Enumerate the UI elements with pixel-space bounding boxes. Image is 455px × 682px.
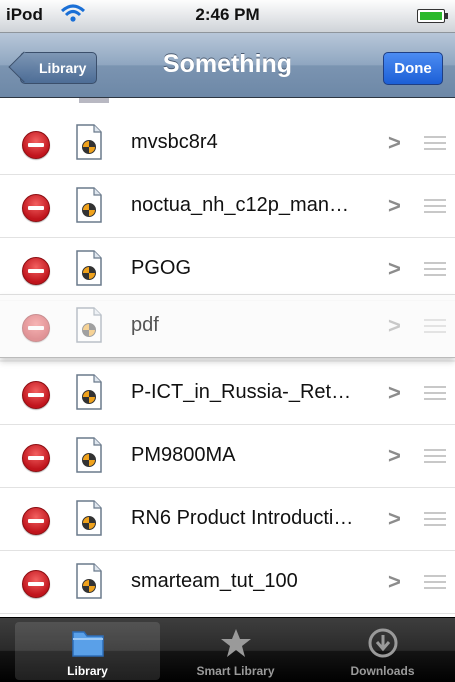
list-item[interactable]: mvsbc8r4 > xyxy=(0,112,455,175)
folder-icon xyxy=(70,627,106,664)
file-name: pdf xyxy=(131,314,159,336)
file-name: RN6 Product Introducti… xyxy=(131,507,354,529)
file-name: P-ICT_in_Russia-_Ret… xyxy=(131,381,352,403)
list-item[interactable]: PGOG > xyxy=(0,238,455,301)
chevron-right-icon[interactable]: > xyxy=(388,506,401,532)
document-icon xyxy=(75,187,103,223)
document-icon xyxy=(75,250,103,286)
delete-icon[interactable] xyxy=(22,257,50,285)
file-name: PM9800MA xyxy=(131,444,236,466)
chevron-right-icon[interactable]: > xyxy=(388,313,401,339)
list-item[interactable]: PM9800MA > xyxy=(0,425,455,488)
status-bar: iPod 2:46 PM xyxy=(0,0,455,33)
delete-icon[interactable] xyxy=(22,507,50,535)
file-name: smarteam_tut_100 xyxy=(131,570,298,592)
reorder-handle-icon[interactable] xyxy=(424,199,446,213)
reorder-handle-icon[interactable] xyxy=(424,512,446,526)
reorder-handle-icon[interactable] xyxy=(424,319,446,333)
clock-label: 2:46 PM xyxy=(195,5,260,24)
document-icon xyxy=(75,500,103,536)
navigation-bar: Library Something Done xyxy=(0,33,455,98)
star-icon xyxy=(219,627,253,664)
document-icon xyxy=(75,374,103,410)
document-icon xyxy=(75,563,103,599)
tab-label: Library xyxy=(67,664,108,678)
done-button[interactable]: Done xyxy=(383,52,443,85)
file-list: mvsbc8r4 > noctua_nh_c12p_man… > PGOG > … xyxy=(0,98,455,616)
delete-icon[interactable] xyxy=(22,570,50,598)
list-item[interactable]: smarteam_tut_100 > xyxy=(0,551,455,614)
tab-label: Downloads xyxy=(350,664,415,678)
list-item[interactable]: noctua_nh_c12p_man… > xyxy=(0,175,455,238)
delete-icon[interactable] xyxy=(22,381,50,409)
chevron-right-icon[interactable]: > xyxy=(388,130,401,156)
reorder-handle-icon[interactable] xyxy=(424,136,446,150)
reorder-handle-icon[interactable] xyxy=(424,386,446,400)
file-name: noctua_nh_c12p_man… xyxy=(131,194,349,216)
download-icon xyxy=(367,627,399,664)
document-icon xyxy=(75,307,103,343)
chevron-right-icon[interactable]: > xyxy=(388,193,401,219)
partial-row-remnant xyxy=(79,98,109,103)
delete-icon[interactable] xyxy=(22,444,50,472)
tab-bar: Library Smart Library Downloads xyxy=(0,617,455,682)
tab-label: Smart Library xyxy=(196,664,275,678)
dragging-list-item[interactable]: pdf > xyxy=(0,294,455,358)
chevron-right-icon[interactable]: > xyxy=(388,256,401,282)
reorder-handle-icon[interactable] xyxy=(424,449,446,463)
tab-smart-library[interactable]: Smart Library xyxy=(163,622,308,680)
list-item[interactable]: RN6 Product Introducti… > xyxy=(0,488,455,551)
tab-downloads[interactable]: Downloads xyxy=(310,622,455,680)
chevron-right-icon[interactable]: > xyxy=(388,569,401,595)
chevron-right-icon[interactable]: > xyxy=(388,380,401,406)
delete-icon[interactable] xyxy=(22,194,50,222)
delete-icon[interactable] xyxy=(22,314,50,342)
file-name: PGOG xyxy=(131,257,192,279)
battery-icon xyxy=(417,9,448,23)
list-item[interactable]: P-ICT_in_Russia-_Ret… > xyxy=(0,362,455,425)
reorder-handle-icon[interactable] xyxy=(424,262,446,276)
reorder-handle-icon[interactable] xyxy=(424,575,446,589)
delete-icon[interactable] xyxy=(22,131,50,159)
app-screen: iPod 2:46 PM Library Something Done mvsb… xyxy=(0,0,455,682)
document-icon xyxy=(75,437,103,473)
file-name: mvsbc8r4 xyxy=(131,131,218,153)
tab-library[interactable]: Library xyxy=(15,622,160,680)
chevron-right-icon[interactable]: > xyxy=(388,443,401,469)
document-icon xyxy=(75,124,103,160)
